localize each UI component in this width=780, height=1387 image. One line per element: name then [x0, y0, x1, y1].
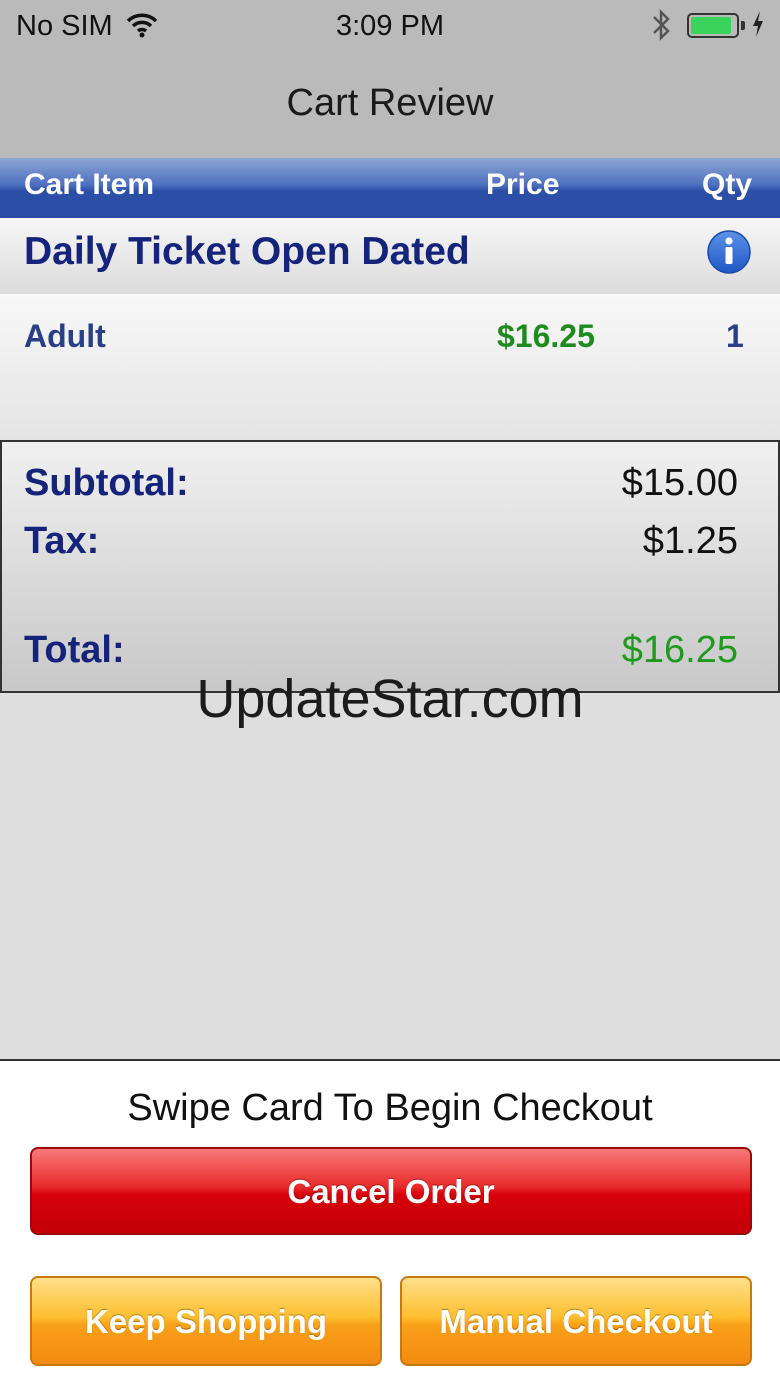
checkout-panel: Swipe Card To Begin Checkout Cancel Orde… [0, 1059, 780, 1387]
charging-icon [751, 10, 765, 45]
navigation-bar: Cart Review [0, 54, 780, 158]
cart-column-header: Cart Item Price Qty [0, 158, 780, 218]
column-cart-item: Cart Item [24, 168, 155, 201]
bluetooth-icon [650, 8, 672, 50]
item-price: $16.25 [497, 318, 595, 354]
total-value: $16.25 [621, 629, 738, 671]
item-qty: 1 [726, 318, 744, 354]
battery-level [691, 17, 731, 34]
battery-icon [687, 13, 739, 38]
item-name: Adult [24, 318, 106, 354]
tax-value: $1.25 [642, 520, 738, 562]
list-item[interactable]: Adult $16.25 1 [0, 294, 780, 440]
keep-shopping-button[interactable]: Keep Shopping [30, 1276, 382, 1366]
manual-checkout-button[interactable]: Manual Checkout [400, 1276, 752, 1366]
cart-section-header: Daily Ticket Open Dated [0, 218, 780, 294]
column-qty: Qty [702, 168, 753, 201]
subtotal-value: $15.00 [621, 462, 738, 504]
watermark: UpdateStar.com [196, 669, 584, 729]
column-price: Price [486, 168, 560, 201]
section-title: Daily Ticket Open Dated [24, 230, 470, 273]
total-label: Total: [24, 629, 125, 671]
page-title: Cart Review [286, 82, 494, 124]
tax-label: Tax: [24, 520, 100, 562]
status-bar: No SIM 3:09 PM [0, 0, 780, 54]
subtotal-label: Subtotal: [24, 462, 189, 504]
battery-cap [741, 21, 745, 30]
info-icon[interactable] [706, 229, 752, 275]
order-totals: Subtotal: $15.00 Tax: $1.25 Total: $16.2… [0, 440, 780, 693]
cancel-order-button[interactable]: Cancel Order [30, 1147, 752, 1235]
swipe-card-prompt: Swipe Card To Begin Checkout [127, 1087, 653, 1129]
